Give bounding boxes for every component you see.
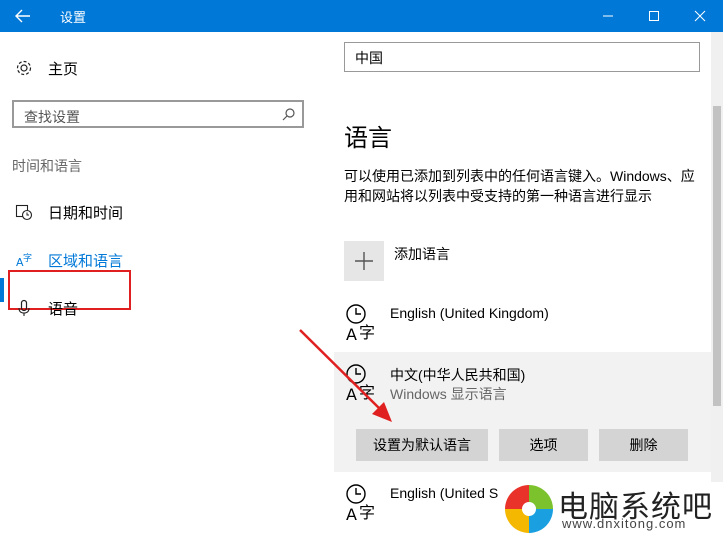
region-value: 中国 xyxy=(355,50,383,66)
language-pack-icon: A字 xyxy=(344,302,382,344)
add-language-button[interactable] xyxy=(344,241,384,281)
plus-icon xyxy=(355,252,373,270)
back-arrow-icon[interactable] xyxy=(0,0,46,32)
scrollbar-thumb[interactable] xyxy=(713,106,721,406)
language-icon: A字 xyxy=(14,250,34,270)
main-panel: 中国 语言 可以使用已添加到列表中的任何语言键入。Windows、应用和网站将以… xyxy=(328,32,723,534)
region-select[interactable]: 中国 xyxy=(344,42,700,72)
sidebar-item-date-time[interactable]: 日期和时间 xyxy=(0,192,328,232)
watermark-logo xyxy=(505,485,553,533)
sidebar: 主页 查找设置 时间和语言 日期和时间 A字 区域和语言 语音 xyxy=(0,32,328,534)
sidebar-item-speech[interactable]: 语音 xyxy=(0,288,328,328)
language-name: 中文(中华人民共和国) xyxy=(390,367,526,383)
search-placeholder: 查找设置 xyxy=(24,109,80,125)
sidebar-item-region-language[interactable]: A字 区域和语言 xyxy=(0,240,328,280)
close-icon[interactable] xyxy=(677,0,723,32)
svg-text:A: A xyxy=(346,505,357,524)
sidebar-item-home[interactable]: 主页 xyxy=(0,48,328,88)
microphone-icon xyxy=(14,298,34,318)
watermark: 电脑系统吧 www.dnxitong.com xyxy=(500,482,723,534)
svg-text:A: A xyxy=(346,325,357,344)
language-name[interactable]: English (United S xyxy=(390,485,498,501)
calendar-clock-icon xyxy=(14,202,34,222)
set-default-button[interactable]: 设置为默认语言 xyxy=(356,429,488,461)
sidebar-item-label: 日期和时间 xyxy=(48,205,124,222)
search-input[interactable]: 查找设置 xyxy=(12,100,304,128)
scrollbar[interactable] xyxy=(711,32,723,534)
add-language-label[interactable]: 添加语言 xyxy=(394,244,450,264)
sidebar-item-label: 区域和语言 xyxy=(48,253,124,270)
svg-text:A: A xyxy=(346,385,357,404)
title-bar: 设置 xyxy=(0,0,723,32)
search-icon[interactable] xyxy=(282,107,296,124)
svg-text:字: 字 xyxy=(359,383,375,402)
language-pack-icon: A字 xyxy=(344,482,382,524)
maximize-icon[interactable] xyxy=(631,0,677,32)
section-title: 时间和语言 xyxy=(12,158,82,174)
minimize-icon[interactable] xyxy=(585,0,631,32)
svg-text:字: 字 xyxy=(359,503,375,522)
language-sub: Windows 显示语言 xyxy=(390,386,507,402)
svg-text:字: 字 xyxy=(23,252,32,264)
language-name[interactable]: English (United Kingdom) xyxy=(390,305,549,321)
svg-text:字: 字 xyxy=(359,323,375,342)
gear-icon xyxy=(14,58,34,78)
sidebar-item-label: 语音 xyxy=(48,301,79,318)
window-title: 设置 xyxy=(60,10,87,25)
remove-button[interactable]: 删除 xyxy=(599,429,688,461)
options-button[interactable]: 选项 xyxy=(499,429,588,461)
watermark-url: www.dnxitong.com xyxy=(562,516,687,531)
languages-description: 可以使用已添加到列表中的任何语言键入。Windows、应用和网站将以列表中受支持… xyxy=(344,168,695,204)
languages-heading: 语言 xyxy=(344,125,392,152)
sidebar-home-label: 主页 xyxy=(48,61,79,78)
language-pack-icon: A字 xyxy=(344,362,382,404)
